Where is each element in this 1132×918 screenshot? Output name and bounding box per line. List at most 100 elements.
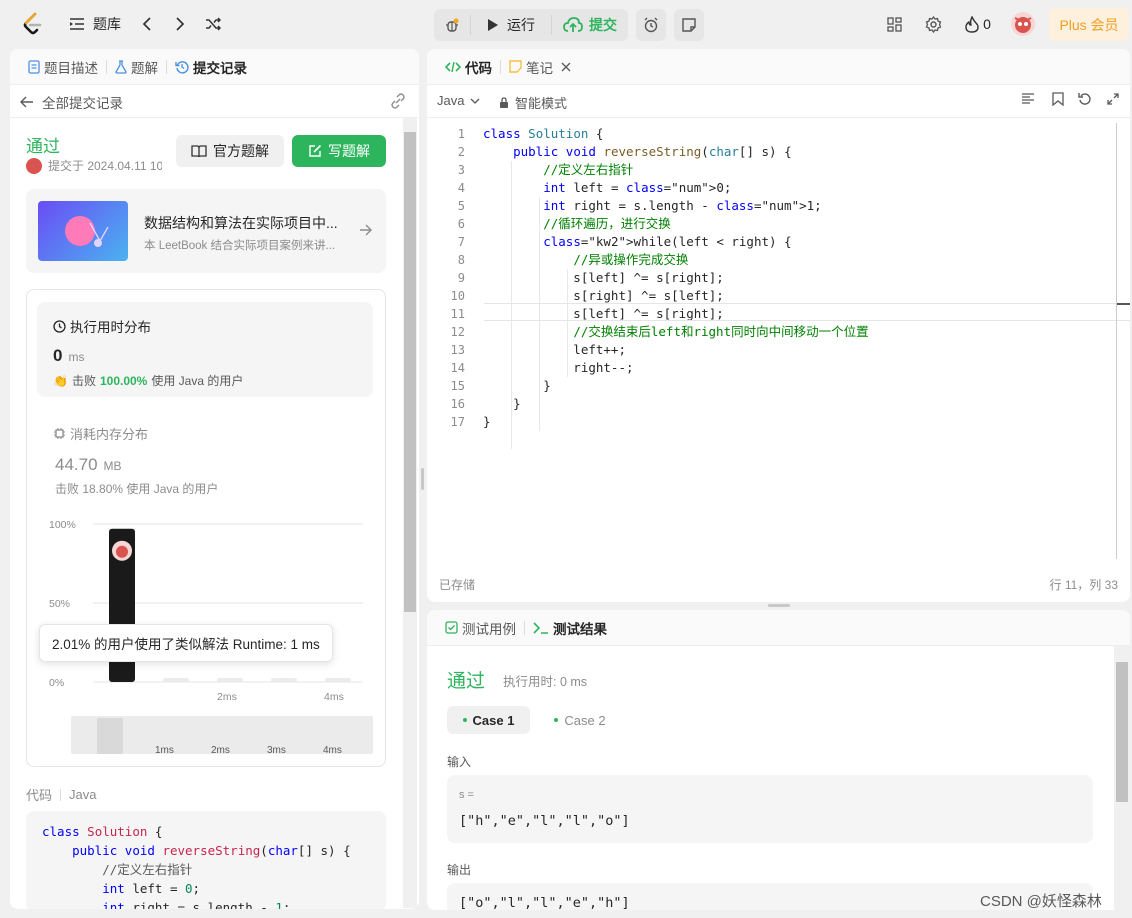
bug-icon: [446, 18, 459, 32]
divider: [427, 117, 1130, 118]
run-button[interactable]: 运行: [474, 10, 548, 40]
edit-icon: [309, 144, 322, 157]
chevron-down-icon: [471, 98, 480, 104]
terminal-icon: [533, 621, 548, 634]
fullscreen-button[interactable]: [1107, 93, 1119, 108]
code-line: }: [483, 396, 521, 411]
official-solution-button[interactable]: 官方题解: [176, 135, 284, 167]
chart-bar-2ms: [217, 678, 243, 682]
scrollbar-thumb[interactable]: [404, 132, 416, 612]
x-tick-label: 4ms: [324, 691, 344, 703]
memory-title-row[interactable]: 消耗内存分布: [53, 424, 148, 443]
smart-mode-label: 智能模式: [515, 96, 568, 111]
settings-button[interactable]: [919, 9, 947, 39]
divider: [166, 59, 167, 74]
runtime-unit: ms: [68, 350, 85, 364]
tab-description[interactable]: 题目描述: [22, 49, 104, 84]
result-scrollbar[interactable]: [1114, 646, 1130, 910]
y-tick-label: 100%: [49, 519, 76, 531]
input-box: s = ["h","e","l","l","o"]: [447, 775, 1093, 843]
leetbook-promo-card[interactable]: 数据结构和算法在实际项目中... 本 LeetBook 结合实际项目案例来讲..…: [26, 189, 386, 273]
note-button[interactable]: [674, 9, 704, 41]
tab-submissions[interactable]: 提交记录: [169, 49, 253, 84]
save-status: 已存储: [439, 578, 476, 592]
line-number: 15: [450, 379, 465, 393]
runtime-card[interactable]: 执行用时分布 0 ms 👏 击败 100.00% 使用 Java 的用户: [37, 302, 373, 397]
tab-description-label: 题目描述: [44, 60, 98, 76]
y-tick-label: 0%: [49, 677, 64, 689]
chart-bar-1ms: [163, 678, 189, 682]
random-problem-button[interactable]: [200, 9, 226, 39]
format-button[interactable]: [1021, 93, 1035, 108]
code-editor[interactable]: 1 class Solution {2 public void reverseSt…: [427, 123, 1117, 563]
code-language: Java: [69, 787, 97, 802]
divider: [524, 620, 525, 635]
submitted-code-block[interactable]: class Solution { public void reverseStri…: [26, 811, 386, 909]
tab-code[interactable]: 代码: [439, 49, 498, 84]
left-scrollbar[interactable]: [403, 118, 417, 908]
next-problem-button[interactable]: [167, 9, 193, 39]
avatar[interactable]: [1011, 12, 1035, 36]
case-tab-2[interactable]: Case 2: [545, 706, 615, 734]
output-value: ["o","l","l","e","h"]: [459, 895, 630, 910]
tab-notes[interactable]: 笔记: [503, 49, 577, 84]
editor-scrollbar[interactable]: [1116, 123, 1117, 559]
write-solution-button[interactable]: 写题解: [292, 135, 386, 167]
code-line: public void reverseString(char[] s) {: [513, 144, 792, 159]
arrow-left-icon: [20, 96, 33, 108]
result-status: 通过: [447, 671, 486, 692]
alarm-clock-icon: [644, 17, 658, 33]
logo-icon: [23, 12, 42, 35]
submit-button[interactable]: 提交: [555, 10, 625, 40]
submitted-code-line: int left = 0;: [102, 881, 201, 896]
line-number: 6: [457, 217, 465, 231]
streak-button[interactable]: 0: [958, 9, 998, 39]
back-to-submissions[interactable]: 全部提交记录: [20, 93, 123, 111]
divider: [106, 59, 107, 74]
prev-problem-button[interactable]: [134, 9, 160, 39]
history-icon: [175, 60, 189, 74]
reset-button[interactable]: [1078, 92, 1092, 109]
note-icon: [509, 60, 522, 73]
close-icon[interactable]: [561, 62, 571, 72]
code-line: //异或操作完成交换: [573, 252, 689, 267]
scrollbar-thumb[interactable]: [1116, 662, 1128, 802]
lock-icon: [500, 96, 508, 108]
case-tab-1[interactable]: Case 1: [447, 706, 530, 734]
chart-tooltip: 2.01% 的用户使用了类似解法 Runtime: 1 ms: [39, 624, 333, 662]
bookmark-button[interactable]: [1052, 92, 1064, 109]
divider: [500, 59, 501, 74]
line-number: 9: [457, 271, 465, 285]
tab-testcase[interactable]: 测试用例: [439, 610, 522, 645]
vertical-resize-handle[interactable]: [421, 468, 424, 490]
plus-membership-button[interactable]: Plus 会员: [1049, 8, 1129, 41]
link-icon: [391, 93, 405, 109]
chevron-right-icon: [176, 17, 185, 31]
smart-mode-toggle[interactable]: 智能模式: [499, 93, 567, 112]
tab-solutions[interactable]: 题解: [109, 49, 164, 84]
panel-resize-handle[interactable]: [768, 604, 790, 607]
layout-button[interactable]: [880, 9, 908, 39]
brush-tick-label: 2ms: [211, 745, 230, 756]
problem-list-button[interactable]: 题库: [62, 9, 128, 39]
chevron-left-icon: [142, 17, 151, 31]
timer-button[interactable]: [636, 9, 666, 41]
chip-icon: [54, 428, 65, 439]
line-number: 11: [450, 307, 465, 321]
case-1-label: Case 1: [472, 712, 515, 728]
code-line: right--;: [483, 360, 634, 375]
copy-link-button[interactable]: [389, 93, 407, 112]
tab-notes-label: 笔记: [526, 60, 553, 76]
tab-code-label: 代码: [465, 60, 492, 76]
result-runtime: 执行用时: 0 ms: [503, 675, 588, 689]
line-number: 2: [457, 145, 465, 159]
leetcode-logo[interactable]: [20, 12, 44, 36]
left-tabs: 题目描述 题解 提交记录: [10, 49, 419, 85]
debug-button[interactable]: [437, 10, 467, 40]
cursor-marker: [1117, 303, 1130, 305]
tab-test-result[interactable]: 测试结果: [527, 610, 613, 645]
line-number: 5: [457, 199, 465, 213]
language-select[interactable]: Java: [437, 93, 480, 108]
line-number: 17: [450, 415, 465, 429]
top-bar: 题库 运行 提交 0 Plus 会员: [0, 0, 1132, 48]
